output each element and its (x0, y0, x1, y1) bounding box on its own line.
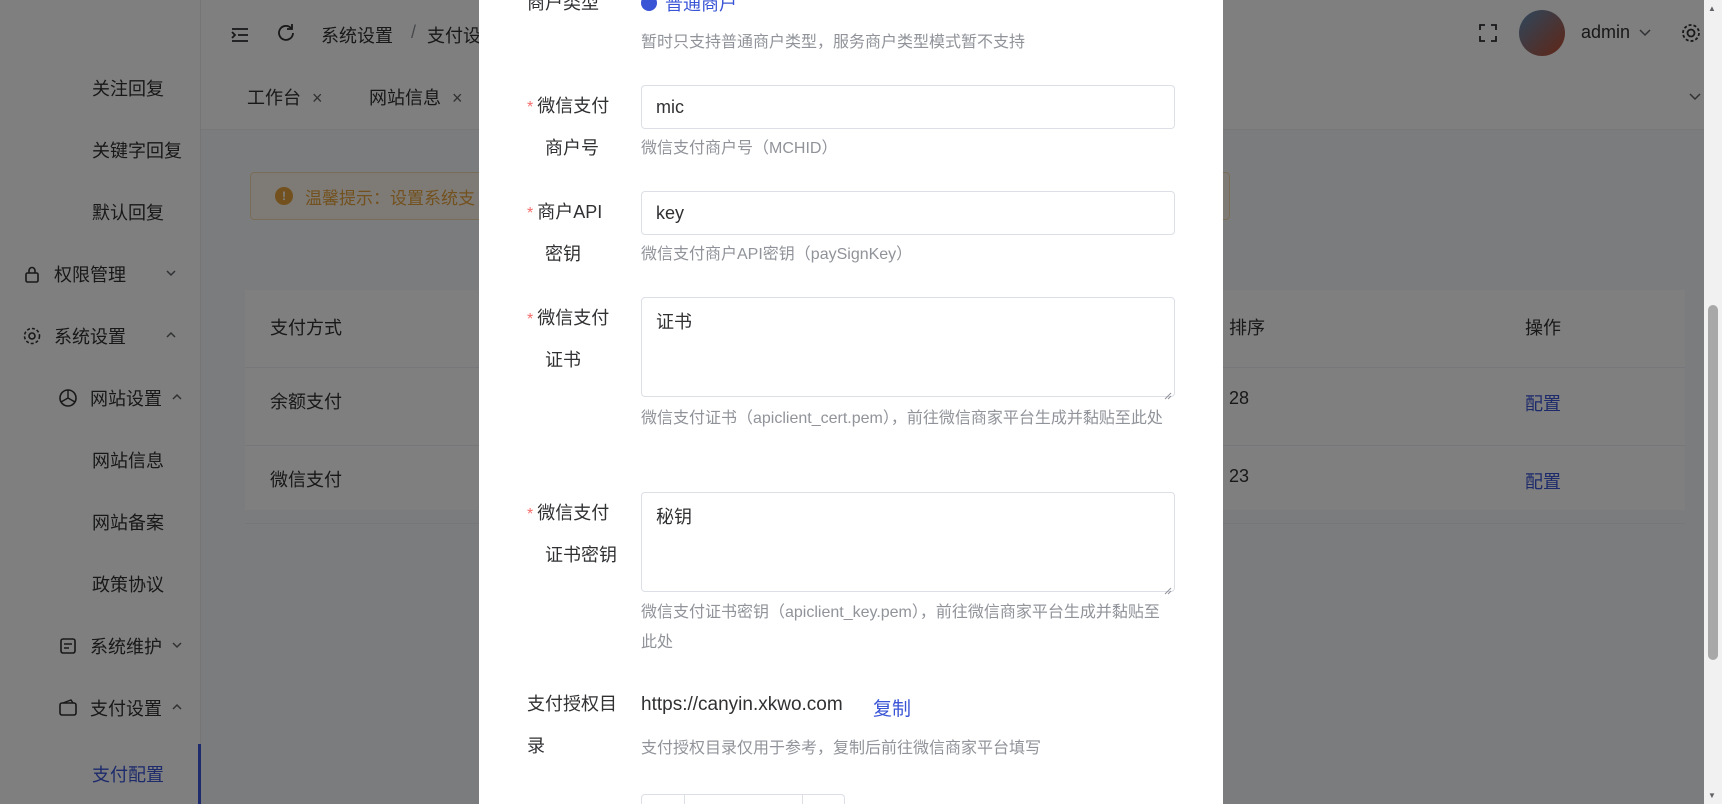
mchid-input[interactable]: mic (641, 85, 1175, 129)
sort-stepper[interactable] (641, 794, 845, 804)
resize-handle-icon[interactable] (1162, 384, 1172, 400)
api-key-input[interactable]: key (641, 191, 1175, 235)
radio-checked-icon (641, 0, 657, 11)
mchid-label: * 微信支付 (527, 96, 610, 116)
cert-key-label-line2: 证书密钥 (545, 545, 617, 565)
auth-dir-label: 支付授权目 (527, 694, 617, 714)
mchid-hint: 微信支付商户号（MCHID） (641, 140, 838, 157)
scroll-up-icon[interactable]: ▲ (1708, 4, 1716, 13)
scrollbar-thumb[interactable] (1708, 305, 1718, 660)
api-key-label-line2: 密钥 (545, 244, 581, 264)
api-key-label: * 商户API (527, 202, 603, 222)
merchant-type-label: 商户类型 (527, 0, 599, 13)
cert-key-label: * 微信支付 (527, 503, 610, 523)
resize-handle-icon[interactable] (1162, 579, 1172, 595)
required-mark: * (527, 99, 534, 116)
cert-label: * 微信支付 (527, 308, 610, 328)
cert-key-hint: 微信支付证书密钥（apiclient_key.pem），前往微信商家平台生成并黏… (641, 604, 1160, 651)
required-mark: * (527, 205, 534, 222)
auth-dir-hint: 支付授权目录仅用于参考，复制后前往微信商家平台填写 (641, 740, 1042, 757)
mchid-label-line2: 商户号 (545, 138, 599, 158)
required-mark: * (527, 506, 534, 523)
payment-config-dialog: 商户类型 普通商户 暂时只支持普通商户类型，服务商户类型模式暂不支持 * 微信支付… (479, 0, 1223, 804)
required-mark: * (527, 311, 534, 328)
cert-hint: 微信支付证书（apiclient_cert.pem），前往微信商家平台生成并黏贴… (641, 410, 1163, 427)
auth-dir-label-line2: 录 (527, 736, 545, 756)
merchant-type-hint: 暂时只支持普通商户类型，服务商户类型模式暂不支持 (641, 34, 1026, 51)
cert-label-line2: 证书 (545, 350, 581, 370)
merchant-type-radio[interactable]: 普通商户 (641, 0, 737, 16)
auth-dir-url: https://canyin.xkwo.com (641, 694, 843, 715)
cert-key-textarea[interactable]: 秘钥 (641, 492, 1175, 595)
scroll-down-icon[interactable]: ▼ (1708, 791, 1716, 800)
copy-button[interactable]: 复制 (873, 694, 911, 721)
stepper-divider (684, 795, 685, 804)
cert-textarea[interactable]: 证书 (641, 297, 1175, 400)
api-key-hint: 微信支付商户API密钥（paySignKey） (641, 246, 913, 263)
stepper-divider (802, 795, 803, 804)
